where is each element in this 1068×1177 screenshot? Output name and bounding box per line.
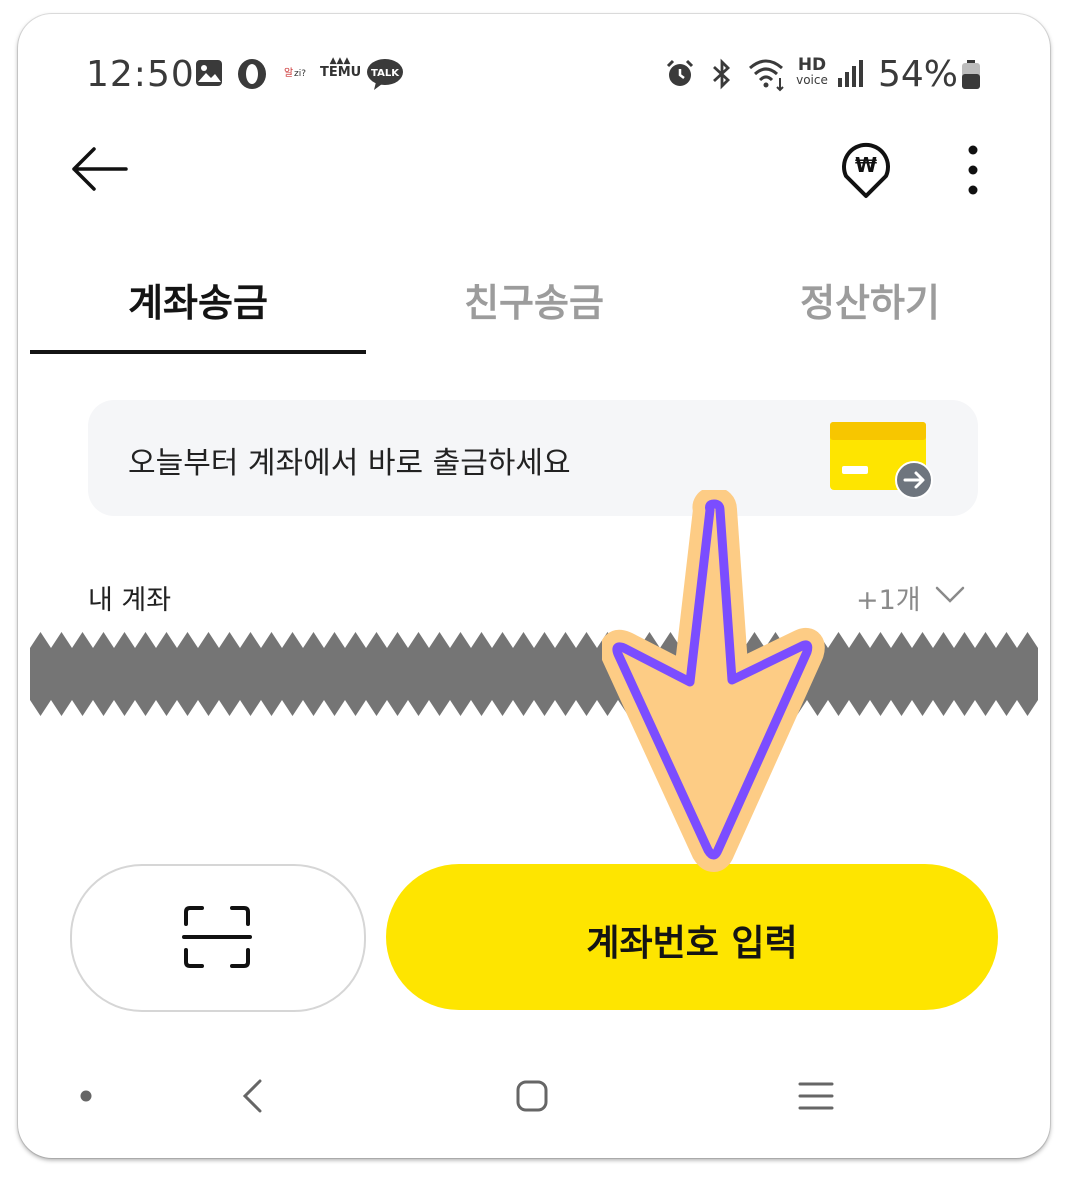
- more-vertical-icon[interactable]: [958, 144, 988, 196]
- system-nav-bar: [18, 1064, 1050, 1134]
- redacted-account-strip: [30, 632, 1038, 716]
- phone-screen: 12:50 알 zi? ▲▲▲ TEMU TALK HD voice 54% ₩…: [18, 14, 1050, 1158]
- status-bar: 12:50 알 zi? ▲▲▲ TEMU TALK HD voice 54%: [18, 50, 1050, 102]
- tab-settle-up[interactable]: 정산하기: [702, 272, 1038, 327]
- bluetooth-icon: [713, 58, 731, 90]
- alarm-icon: [666, 59, 694, 86]
- battery-percent: 54%: [878, 54, 959, 95]
- won-location-button[interactable]: ₩: [838, 142, 894, 200]
- enter-account-number-label: 계좌번호 입력: [586, 923, 798, 964]
- temu-app-icon: ▲▲▲ TEMU: [320, 56, 362, 80]
- back-button[interactable]: [68, 144, 130, 194]
- recent-apps-dot-icon[interactable]: [78, 1088, 94, 1104]
- scan-button[interactable]: [70, 864, 366, 1012]
- scan-frame-icon: [182, 906, 252, 968]
- nav-menu-icon[interactable]: [798, 1080, 834, 1112]
- battery-icon: [962, 60, 980, 89]
- svg-text:₩: ₩: [855, 153, 877, 177]
- card-arrow-icon: [830, 422, 933, 499]
- svg-text:zi?: zi?: [294, 69, 306, 79]
- kakaotalk-icon: TALK: [367, 59, 403, 90]
- signal-icon: [838, 60, 863, 87]
- enter-account-number-button[interactable]: 계좌번호 입력: [386, 864, 998, 1010]
- withdraw-promo-banner[interactable]: 오늘부터 계좌에서 바로 출금하세요: [88, 400, 978, 516]
- more-accounts-count[interactable]: +1개: [856, 578, 921, 617]
- chevron-down-icon[interactable]: [934, 584, 966, 606]
- hd-voice-icon: HD voice: [796, 55, 828, 87]
- my-accounts-label: 내 계좌: [88, 585, 172, 616]
- active-tab-indicator: [30, 350, 366, 354]
- nav-home-icon[interactable]: [514, 1078, 550, 1114]
- wifi-icon: [749, 59, 784, 92]
- banner-text: 오늘부터 계좌에서 바로 출금하세요: [128, 446, 571, 481]
- nav-back-icon[interactable]: [240, 1078, 264, 1114]
- svg-text:알: 알: [284, 67, 293, 79]
- svg-text:TALK: TALK: [371, 68, 400, 79]
- gallery-icon: [196, 60, 222, 86]
- tab-account-transfer[interactable]: 계좌송금: [30, 272, 366, 327]
- status-time: 12:50: [86, 54, 195, 95]
- tab-friend-transfer[interactable]: 친구송금: [366, 272, 702, 327]
- opera-icon: [238, 59, 266, 89]
- algi-app-icon: 알 zi?: [284, 66, 310, 79]
